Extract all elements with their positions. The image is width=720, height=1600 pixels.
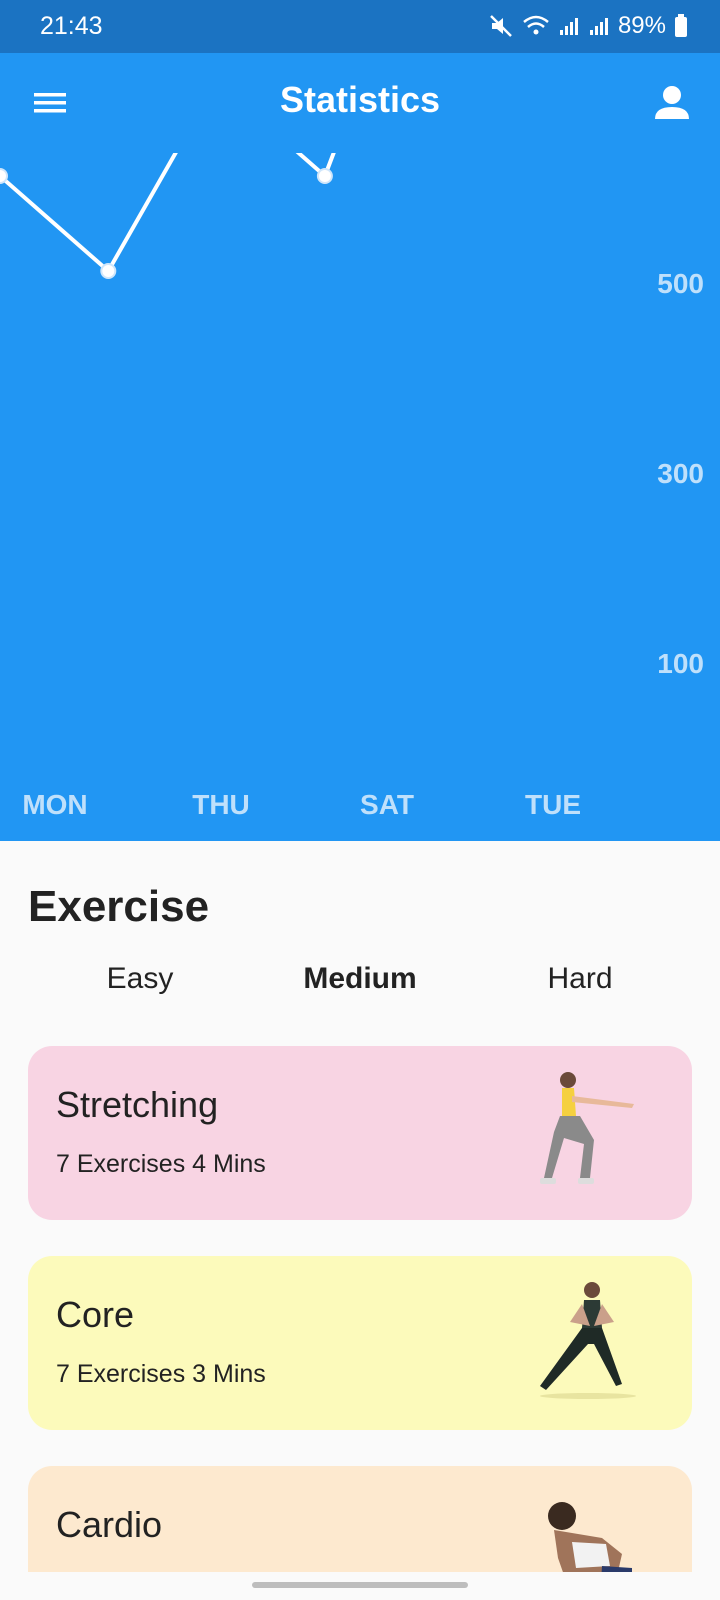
mute-icon (488, 13, 514, 39)
section-title: Exercise (28, 882, 210, 931)
chart-point-sun (0, 168, 8, 184)
y-tick-label: 100 (657, 648, 704, 679)
battery-text: 89% (617, 12, 666, 39)
difficulty-tabs: Easy Medium Hard (30, 962, 690, 1002)
card-meta: 7 Exercises 4 Mins (56, 1150, 266, 1178)
y-tick-label: 500 (657, 268, 704, 299)
card-meta: 7 Exercises 3 Mins (56, 1360, 266, 1388)
card-title: Cardio (56, 1504, 163, 1545)
card-title: Core (56, 1294, 135, 1335)
card-title: Stretching (56, 1084, 219, 1125)
status-bar: 21:43 89% (0, 0, 720, 53)
y-tick-label: 300 (657, 458, 704, 489)
status-icons: 89% (488, 12, 688, 40)
signal-icon (588, 15, 610, 37)
chart-point-wed (316, 168, 333, 184)
tab-medium[interactable]: Medium (250, 962, 470, 996)
x-tick-label: SAT (360, 789, 414, 820)
exercise-card-core[interactable]: Core 7 Exercises 3 Mins (28, 1256, 692, 1430)
page-title: Statistics (279, 79, 441, 120)
exercise-card-stretching[interactable]: Stretching 7 Exercises 4 Mins (28, 1046, 692, 1220)
line-chart (0, 153, 336, 279)
tab-easy[interactable]: Easy (30, 962, 250, 996)
x-tick-label: THU (192, 789, 250, 820)
app-bar: Statistics (0, 53, 720, 153)
side-lunge-figure-image (532, 1278, 642, 1418)
x-tick-label: MON (22, 789, 88, 820)
x-tick-label: TUE (525, 789, 581, 820)
statistics-chart: 500 300 100 MON THU SAT TUE (0, 153, 720, 841)
chart-point-mon (100, 263, 117, 279)
person-icon[interactable] (650, 81, 694, 125)
status-time: 21:43 (40, 12, 103, 40)
gesture-bar (0, 1572, 720, 1600)
wifi-icon (522, 14, 550, 38)
battery-icon (674, 14, 688, 38)
signal-icon (558, 15, 580, 37)
tab-hard[interactable]: Hard (470, 962, 690, 996)
squat-figure-image (532, 1068, 642, 1208)
home-handle[interactable] (252, 1582, 468, 1588)
